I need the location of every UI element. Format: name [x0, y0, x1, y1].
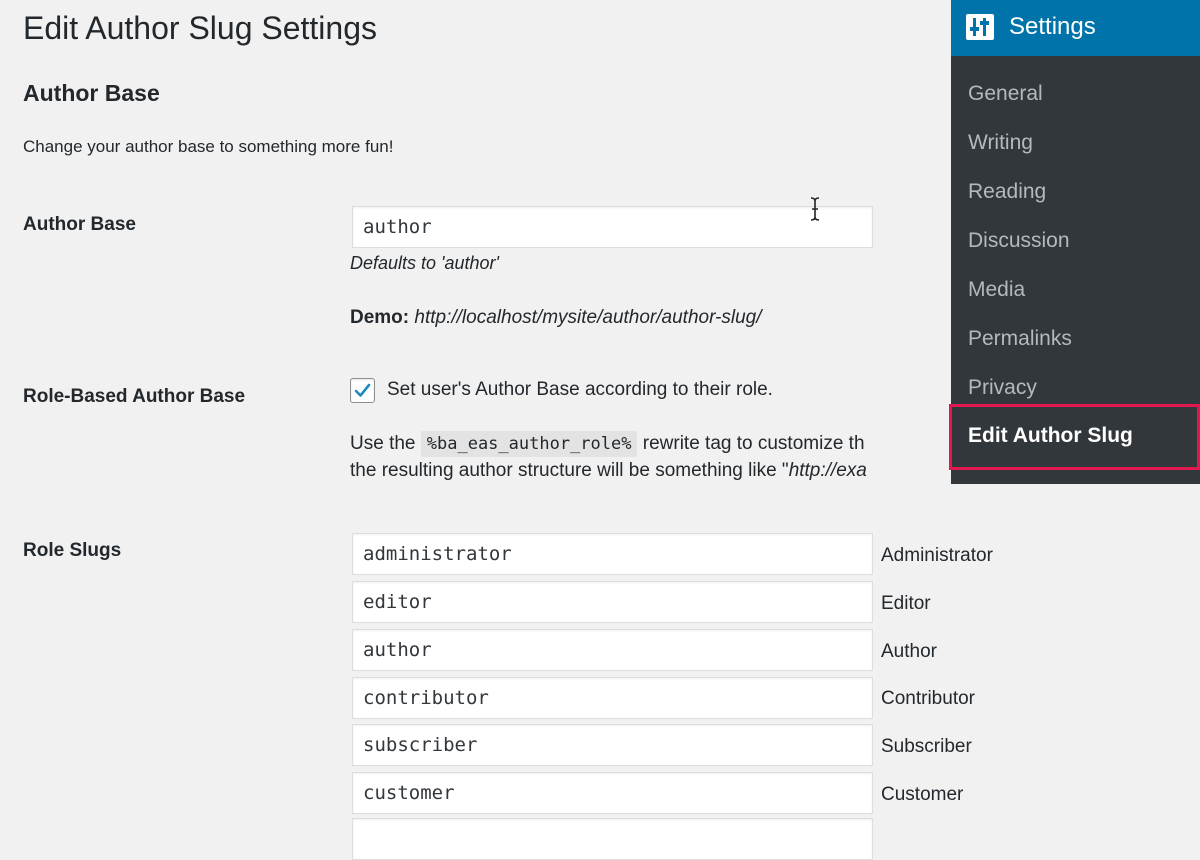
- role-slug-input-editor[interactable]: [352, 581, 873, 623]
- role-caption-editor: Editor: [881, 593, 931, 614]
- sidebar-item-writing[interactable]: Writing: [968, 131, 1033, 155]
- help-suffix: rewrite tag to customize th: [642, 433, 865, 454]
- sidebar-item-permalinks[interactable]: Permalinks: [968, 327, 1072, 351]
- settings-menu-title: Settings: [1009, 13, 1096, 40]
- demo-url: http://localhost/mysite/author/author-sl…: [414, 307, 762, 328]
- role-caption-subscriber: Subscriber: [881, 736, 972, 757]
- role-based-label: Role-Based Author Base: [23, 386, 246, 407]
- author-base-section-title: Author Base: [23, 80, 160, 106]
- author-base-demo: Demo: http://localhost/mysite/author/aut…: [350, 307, 762, 329]
- sidebar-item-edit-author-slug[interactable]: Edit Author Slug: [949, 404, 1200, 470]
- role-caption-author: Author: [881, 641, 937, 662]
- settings-sliders-icon: [966, 14, 994, 40]
- role-slugs-label: Role Slugs: [23, 540, 122, 561]
- sidebar-item-edit-author-slug-label: Edit Author Slug: [968, 424, 1133, 447]
- demo-label: Demo:: [350, 307, 410, 328]
- help-line2-example-url: http://exa: [788, 460, 867, 481]
- author-base-section-description: Change your author base to something mor…: [23, 137, 394, 156]
- sidebar-item-reading[interactable]: Reading: [968, 180, 1046, 204]
- role-based-help-line-2: the resulting author structure will be s…: [350, 460, 867, 482]
- role-caption-administrator: Administrator: [881, 545, 993, 566]
- role-slug-input-author[interactable]: [352, 629, 873, 671]
- role-caption-contributor: Contributor: [881, 688, 975, 709]
- sidebar-item-discussion[interactable]: Discussion: [968, 229, 1070, 253]
- role-based-checkbox-label[interactable]: Set user's Author Base according to thei…: [387, 379, 773, 401]
- sidebar-item-media[interactable]: Media: [968, 278, 1025, 302]
- help-prefix: Use the: [350, 433, 416, 454]
- role-caption-customer: Customer: [881, 784, 964, 805]
- role-slug-input-customer[interactable]: [352, 772, 873, 814]
- sidebar-item-general[interactable]: General: [968, 82, 1043, 106]
- checkmark-icon: [354, 383, 371, 397]
- role-based-checkbox[interactable]: [350, 378, 375, 403]
- rewrite-tag-code: %ba_eas_author_role%: [420, 431, 638, 457]
- author-base-hint: Defaults to 'author': [350, 253, 499, 273]
- author-base-input[interactable]: [352, 206, 873, 248]
- settings-menu-header[interactable]: Settings: [951, 0, 1200, 56]
- text-cursor-icon: [810, 197, 820, 221]
- role-slug-input-subscriber[interactable]: [352, 724, 873, 766]
- sidebar-item-privacy[interactable]: Privacy: [968, 376, 1037, 400]
- role-based-help-line-1: Use the %ba_eas_author_role% rewrite tag…: [350, 431, 865, 457]
- page-title: Edit Author Slug Settings: [23, 10, 377, 46]
- author-base-label: Author Base: [23, 214, 136, 235]
- role-slug-input-administrator[interactable]: [352, 533, 873, 575]
- help-line2-prefix: the resulting author structure will be s…: [350, 460, 789, 481]
- role-slug-input-next[interactable]: [352, 818, 873, 860]
- role-slug-input-contributor[interactable]: [352, 677, 873, 719]
- settings-admin-menu: Settings General Writing Reading Discuss…: [949, 0, 1200, 484]
